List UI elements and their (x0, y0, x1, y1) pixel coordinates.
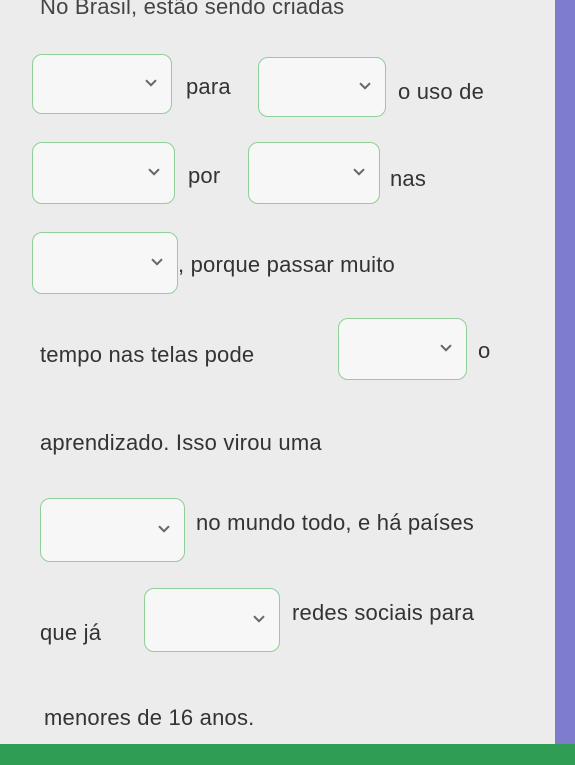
chevron-down-icon (158, 525, 170, 533)
text-redes: redes sociais para (292, 600, 475, 625)
blank-dropdown-6[interactable] (338, 318, 467, 380)
blank-dropdown-1[interactable] (32, 54, 172, 114)
blank-dropdown-2[interactable] (258, 57, 386, 117)
blank-dropdown-4[interactable] (248, 142, 380, 204)
text-tempo: tempo nas telas pode (40, 342, 255, 367)
text-o: o (478, 338, 491, 363)
bottom-progress-bar (0, 744, 575, 765)
text-por: por (188, 163, 221, 188)
text-uso-de: o uso de (398, 79, 485, 104)
chevron-down-icon (359, 82, 371, 90)
text-aprendizado: aprendizado. Isso virou uma (40, 430, 322, 455)
text-menores: menores de 16 anos. (44, 705, 255, 730)
text-porque: , porque passar muito (178, 252, 395, 277)
text-nas: nas (390, 166, 427, 191)
chevron-down-icon (145, 79, 157, 87)
blank-dropdown-5[interactable] (32, 232, 178, 294)
exercise-card: No Brasil, estão sendo criadas para o us… (0, 0, 555, 750)
chevron-down-icon (148, 168, 160, 176)
chevron-down-icon (440, 344, 452, 352)
chevron-down-icon (353, 168, 365, 176)
text-mundo: no mundo todo, e há países (196, 510, 474, 535)
chevron-down-icon (253, 615, 265, 623)
text-que-ja: que já (40, 620, 102, 645)
blank-dropdown-7[interactable] (40, 498, 185, 562)
chevron-down-icon (151, 258, 163, 266)
blank-dropdown-8[interactable] (144, 588, 280, 652)
window-side-edge (555, 0, 575, 744)
blank-dropdown-3[interactable] (32, 142, 175, 204)
sentence-line-1: No Brasil, estão sendo criadas (40, 0, 345, 19)
text-para: para (186, 74, 231, 99)
